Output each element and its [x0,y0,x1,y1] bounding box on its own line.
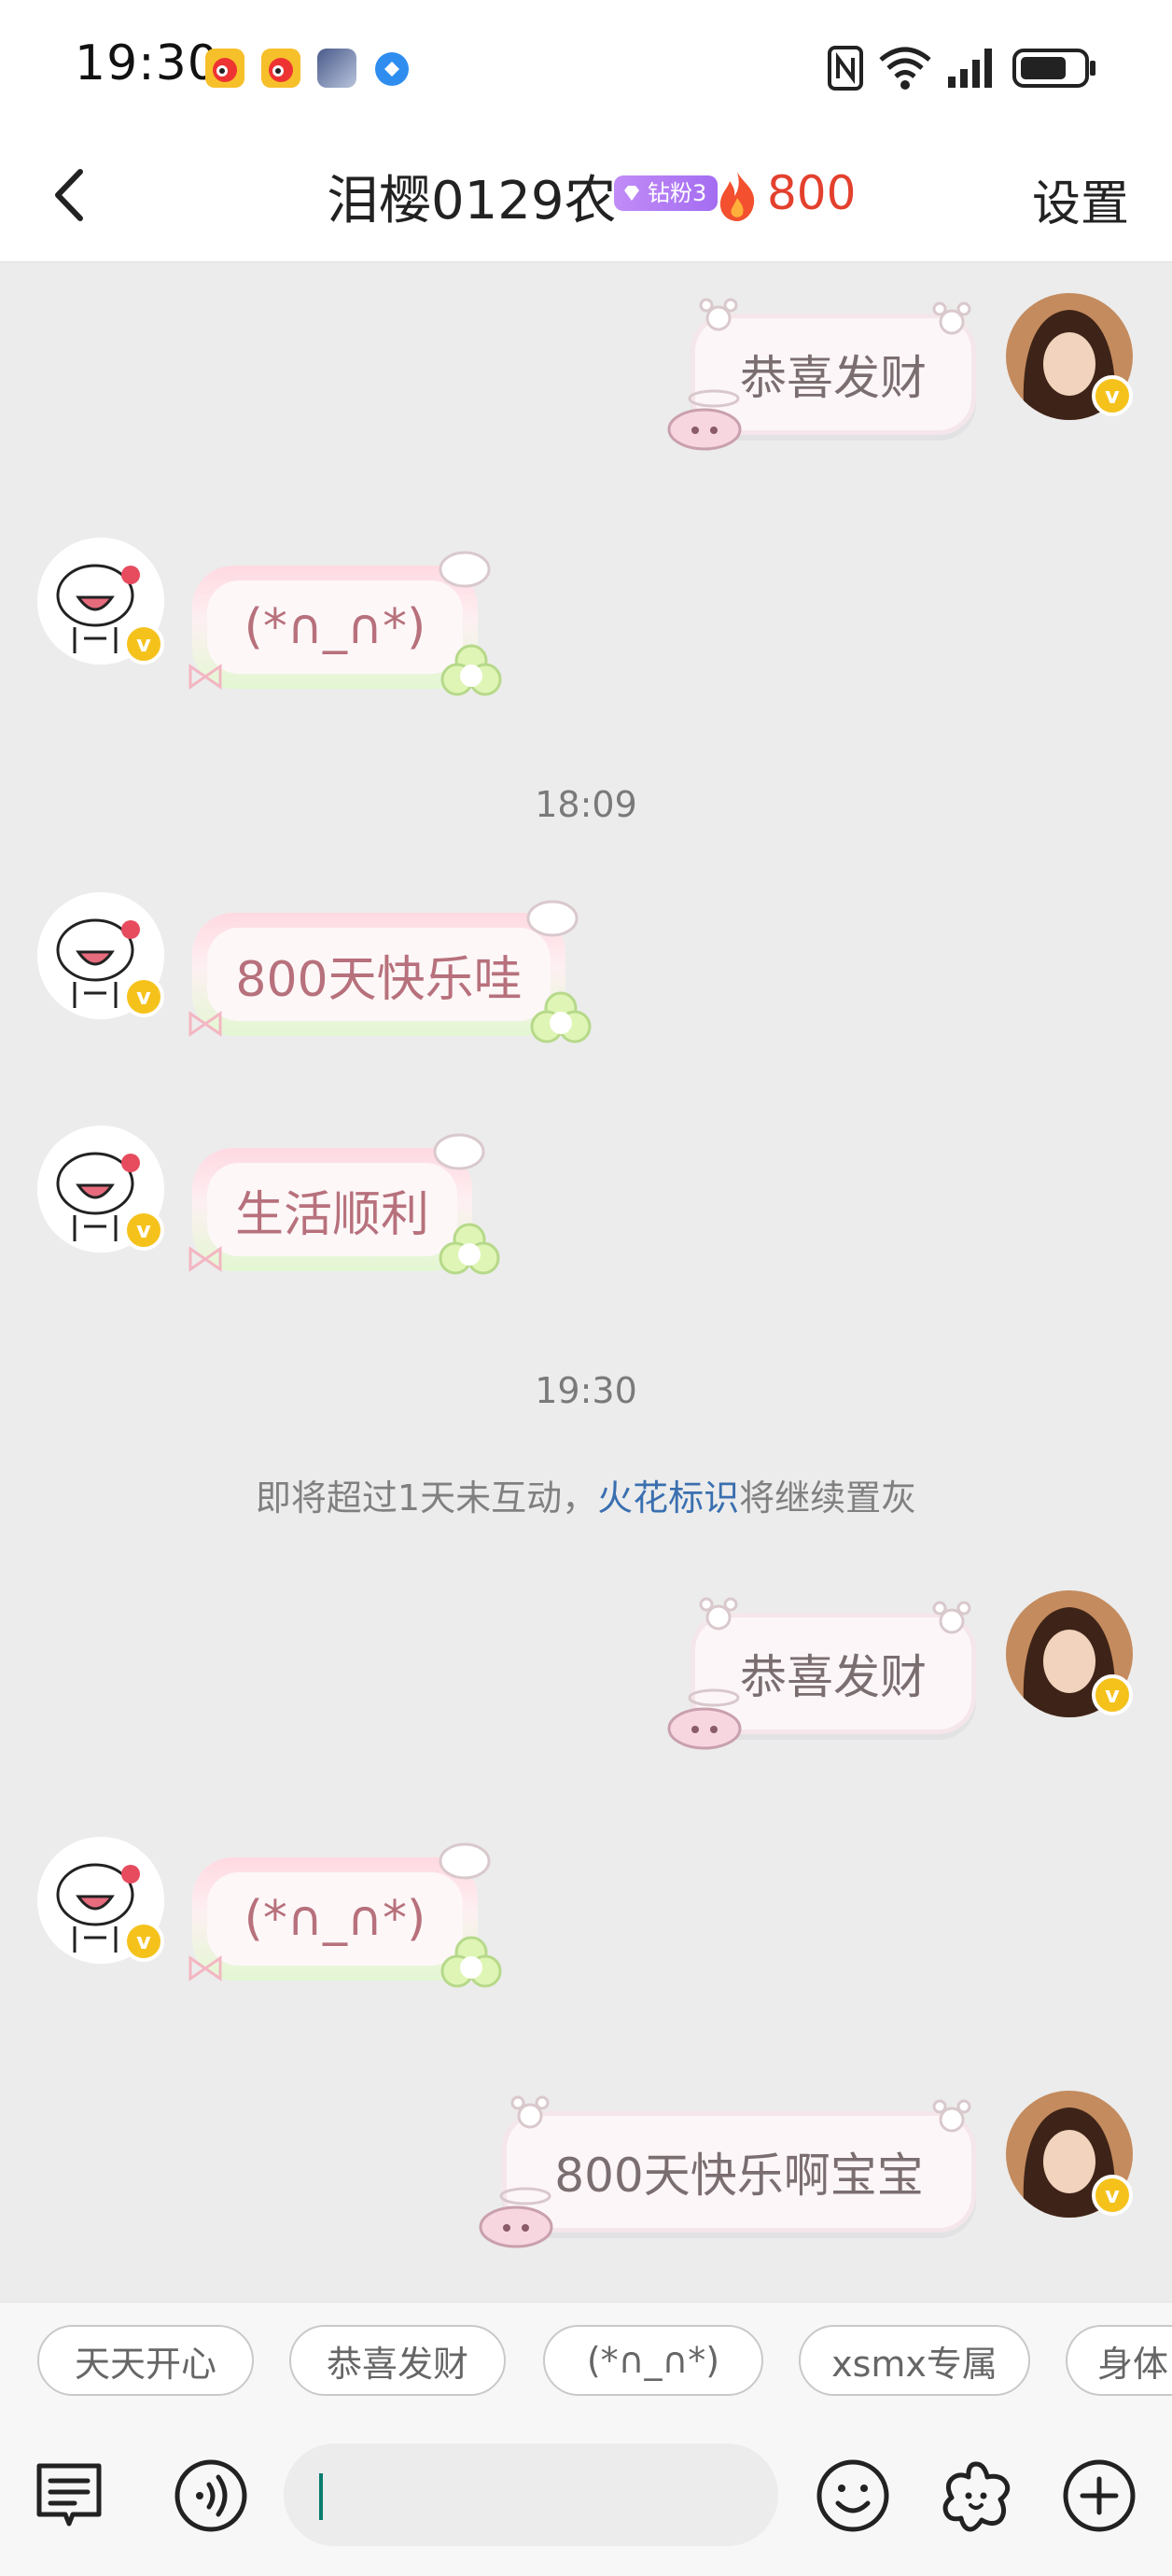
cloud-sticker-icon [526,900,579,937]
settings-button[interactable]: 设置 [1032,164,1129,234]
halo-icon [499,2187,551,2205]
pig-sticker-icon [667,408,742,451]
verified-badge-icon: v [1092,375,1133,416]
verified-badge-icon: v [1092,2175,1133,2216]
message-bubble-sent[interactable]: 恭喜发财 [667,1597,976,1750]
fan-badge: 钻粉3 [614,175,719,211]
timestamp: 19:30 [535,1370,637,1411]
message-text: (*∩_∩*) [244,599,426,655]
message-bubble-received[interactable]: 800天快乐哇 [188,900,592,1043]
message-text: 800天快乐啊宝宝 [554,2149,924,2203]
bow-icon [188,1955,222,1981]
quick-reply-chip[interactable]: xsmx专属 [799,2325,1030,2396]
plus-icon[interactable] [1062,2458,1137,2533]
nfc-icon [828,46,863,91]
cloud-sticker-icon [439,1842,491,1880]
bow-icon [188,664,222,690]
verified-badge-icon: v [123,1921,164,1962]
voice-icon[interactable] [174,2458,248,2533]
fan-badge-label: 钻粉3 [648,180,707,206]
weibo-icon [261,49,300,88]
cloud-sticker-icon [433,1133,485,1170]
fire-icon [719,172,755,221]
sticker-flower-icon[interactable] [939,2458,1013,2533]
signal-icon [948,49,992,88]
message-text: 生活顺利 [234,1186,429,1243]
notice-link[interactable]: 火花标识 [597,1477,739,1519]
message-bubble-received[interactable]: (*∩_∩*) [188,551,502,696]
status-time: 19:30 [75,35,219,91]
emoji-icon[interactable] [816,2458,890,2533]
quick-reply-chip[interactable]: 身体 [1066,2325,1172,2396]
message-bubble-sent[interactable]: 800天快乐啊宝宝 [479,2095,976,2248]
quick-reply-chip[interactable]: 恭喜发财 [289,2325,506,2396]
paw-icon [932,301,971,335]
verified-badge-icon: v [123,1210,164,1251]
message-text: 800天快乐哇 [235,951,523,1008]
battery-icon [1012,49,1095,88]
verified-badge-icon: v [1092,1674,1133,1715]
streak-count: 800 [767,166,857,220]
paw-icon [699,1597,738,1631]
clover-sticker-icon [439,1223,500,1275]
chat-title[interactable]: 泪樱0129农 [327,159,617,234]
notice-suffix: 将继续置灰 [739,1477,917,1519]
message-bubble-sent[interactable]: 恭喜发财 [667,298,976,451]
pig-sticker-icon [479,2205,553,2248]
weibo-icon [205,49,244,88]
verified-badge-icon: v [123,623,164,665]
message-text: (*∩_∩*) [244,1891,426,1947]
notice-prefix: 即将超过1天未互动， [255,1477,598,1519]
message-bubble-received[interactable]: 生活顺利 [188,1133,500,1275]
paw-icon [932,1601,971,1634]
message-bubble-received[interactable]: (*∩_∩*) [188,1842,502,1988]
wifi-icon [879,47,931,90]
text-caret [319,2473,323,2520]
paw-icon [699,298,738,331]
paw-icon [510,2095,550,2129]
pig-sticker-icon [667,1707,742,1750]
verified-badge-icon: v [123,976,164,1017]
status-bar: 19:30 [0,0,1172,131]
chevron-left-icon[interactable] [37,162,103,228]
halo-icon [688,389,740,408]
cloud-sticker-icon [439,551,491,588]
message-list-icon[interactable] [32,2458,106,2533]
browser-icon [375,52,409,86]
chat-header: 泪樱0129农 钻粉3 800 设置 [0,131,1172,262]
quick-reply-chip[interactable]: (*∩_∩*) [543,2325,763,2396]
clover-sticker-icon [440,1936,502,1988]
paw-icon [932,2099,971,2133]
bow-icon [188,1246,222,1272]
game-avatar-icon [317,49,356,88]
quick-reply-chip[interactable]: 天天开心 [37,2325,254,2396]
timestamp: 18:09 [535,784,637,825]
bow-icon [188,1011,222,1037]
input-toolbar [0,2414,1172,2576]
system-notice: 即将超过1天未互动，火花标识将继续置灰 [0,1469,1172,1520]
diamond-icon [624,186,639,201]
halo-icon [688,1688,740,1707]
clover-sticker-icon [530,991,592,1043]
quick-reply-bar: 天天开心 恭喜发财 (*∩_∩*) xsmx专属 身体 [0,2302,1172,2415]
clover-sticker-icon [440,644,502,696]
message-input[interactable] [284,2443,778,2546]
